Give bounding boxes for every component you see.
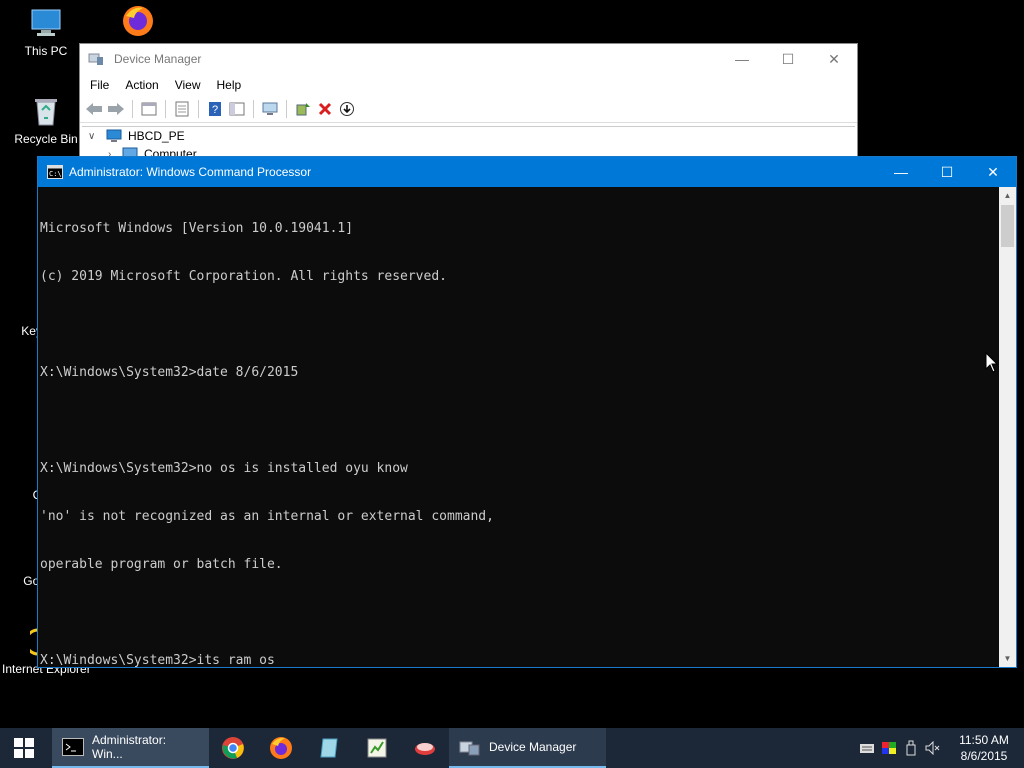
notepad-chart-icon: [367, 738, 387, 758]
firefox-icon: [121, 4, 155, 38]
desktop-icon-recycle-bin[interactable]: Recycle Bin: [8, 94, 84, 146]
computer-icon: [106, 129, 122, 143]
taskbar-pinned-firefox[interactable]: [257, 728, 305, 768]
volume-muted-icon[interactable]: [922, 728, 944, 768]
toolbar-divider: [286, 100, 287, 118]
taskbar-pinned-app-3[interactable]: [305, 728, 353, 768]
display-color-icon[interactable]: [878, 728, 900, 768]
menu-help[interactable]: Help: [211, 78, 248, 92]
taskbar-task-command-prompt[interactable]: Administrator: Win...: [52, 728, 209, 768]
this-pc-icon: [29, 6, 63, 40]
back-arrow-icon[interactable]: [84, 99, 104, 119]
command-prompt-title: Administrator: Windows Command Processor: [69, 165, 312, 179]
maximize-button[interactable]: ☐: [924, 157, 970, 187]
menu-action[interactable]: Action: [119, 78, 164, 92]
scan-hardware-icon[interactable]: [260, 99, 280, 119]
toolbar-divider: [165, 100, 166, 118]
svg-text:?: ?: [212, 104, 218, 116]
clock-time: 11:50 AM: [959, 733, 1009, 747]
taskbar: Administrator: Win... Device Manager 11:…: [0, 728, 1024, 768]
uninstall-device-icon[interactable]: [315, 99, 335, 119]
menu-view[interactable]: View: [169, 78, 207, 92]
firefox-icon: [270, 737, 292, 759]
usb-drive-icon[interactable]: [900, 728, 922, 768]
command-prompt-titlebar[interactable]: C:\ Administrator: Windows Command Proce…: [38, 157, 1016, 187]
console-input-line[interactable]: X:\Windows\System32>its ram os: [40, 653, 999, 669]
console-icon: [62, 738, 84, 756]
device-manager-title: Device Manager: [114, 52, 202, 66]
console-line: X:\Windows\System32>no os is installed o…: [40, 461, 408, 476]
toolbar-divider: [198, 100, 199, 118]
taskbar-task-device-manager[interactable]: Device Manager: [449, 728, 606, 768]
minimize-button[interactable]: —: [878, 157, 924, 187]
vertical-scrollbar[interactable]: ▲ ▼: [999, 187, 1016, 667]
device-manager-titlebar[interactable]: Device Manager — ☐ ✕: [80, 44, 857, 74]
desktop-icon-label: This PC: [24, 44, 68, 58]
taskbar-clock[interactable]: 11:50 AM 8/6/2015: [950, 732, 1018, 764]
desktop-icon-label: Recycle Bin: [14, 132, 78, 146]
device-manager-menubar: File Action View Help: [80, 74, 857, 96]
start-button[interactable]: [0, 728, 48, 768]
device-manager-toolbar: ?: [80, 96, 857, 123]
console-icon: C:\: [47, 165, 63, 179]
device-manager-icon: [88, 51, 104, 67]
command-prompt-window[interactable]: C:\ Administrator: Windows Command Proce…: [37, 156, 1017, 668]
console-output[interactable]: Microsoft Windows [Version 10.0.19041.1]…: [38, 187, 999, 669]
toolbar-divider: [132, 100, 133, 118]
disk-tool-icon: [415, 743, 435, 755]
tree-node-root[interactable]: ∨ HBCD_PE: [82, 127, 855, 145]
taskbar-task-label: Administrator: Win...: [92, 733, 167, 761]
close-button[interactable]: ✕: [811, 44, 857, 74]
close-button[interactable]: ✕: [970, 157, 1016, 187]
toolbar-divider: [253, 100, 254, 118]
help-icon[interactable]: ?: [205, 99, 225, 119]
console-line: 'no' is not recognized as an internal or…: [40, 509, 494, 524]
menu-file[interactable]: File: [84, 78, 115, 92]
svg-text:C:\: C:\: [49, 170, 62, 178]
console-line: (c) 2019 Microsoft Corporation. All righ…: [40, 269, 447, 284]
recycle-bin-icon: [29, 94, 63, 128]
console-line: Microsoft Windows [Version 10.0.19041.1]: [40, 221, 354, 236]
taskbar-pinned-chrome[interactable]: [209, 728, 257, 768]
forward-arrow-icon[interactable]: [106, 99, 126, 119]
scroll-up-icon[interactable]: ▲: [999, 187, 1016, 204]
glass-app-icon: [320, 738, 338, 758]
desktop-icon-this-pc[interactable]: This PC: [8, 6, 84, 58]
show-hide-console-tree-icon[interactable]: [139, 99, 159, 119]
update-driver-icon[interactable]: [293, 99, 313, 119]
desktop-icon-firefox[interactable]: [100, 4, 176, 42]
properties-icon[interactable]: [172, 99, 192, 119]
tree-node-label: HBCD_PE: [128, 129, 185, 143]
mouse-cursor-icon: [985, 351, 999, 379]
clock-date: 8/6/2015: [960, 749, 1008, 763]
console-line: operable program or batch file.: [40, 557, 283, 572]
console-line: X:\Windows\System32>date 8/6/2015: [40, 365, 299, 380]
system-tray: 11:50 AM 8/6/2015: [856, 728, 1024, 768]
windows-logo-icon: [14, 738, 34, 758]
disable-device-icon[interactable]: [337, 99, 357, 119]
taskbar-task-label: Device Manager: [489, 740, 577, 754]
maximize-button[interactable]: ☐: [765, 44, 811, 74]
keyboard-layout-icon[interactable]: [856, 728, 878, 768]
device-manager-icon: [459, 738, 481, 756]
taskbar-pinned-app-4[interactable]: [353, 728, 401, 768]
view-icon[interactable]: [227, 99, 247, 119]
scrollbar-thumb[interactable]: [1001, 205, 1014, 247]
minimize-button[interactable]: —: [719, 44, 765, 74]
chevron-down-icon[interactable]: ∨: [88, 131, 102, 142]
chrome-icon: [222, 737, 244, 759]
taskbar-pinned-app-5[interactable]: [401, 728, 449, 768]
scroll-down-icon[interactable]: ▼: [999, 650, 1016, 667]
